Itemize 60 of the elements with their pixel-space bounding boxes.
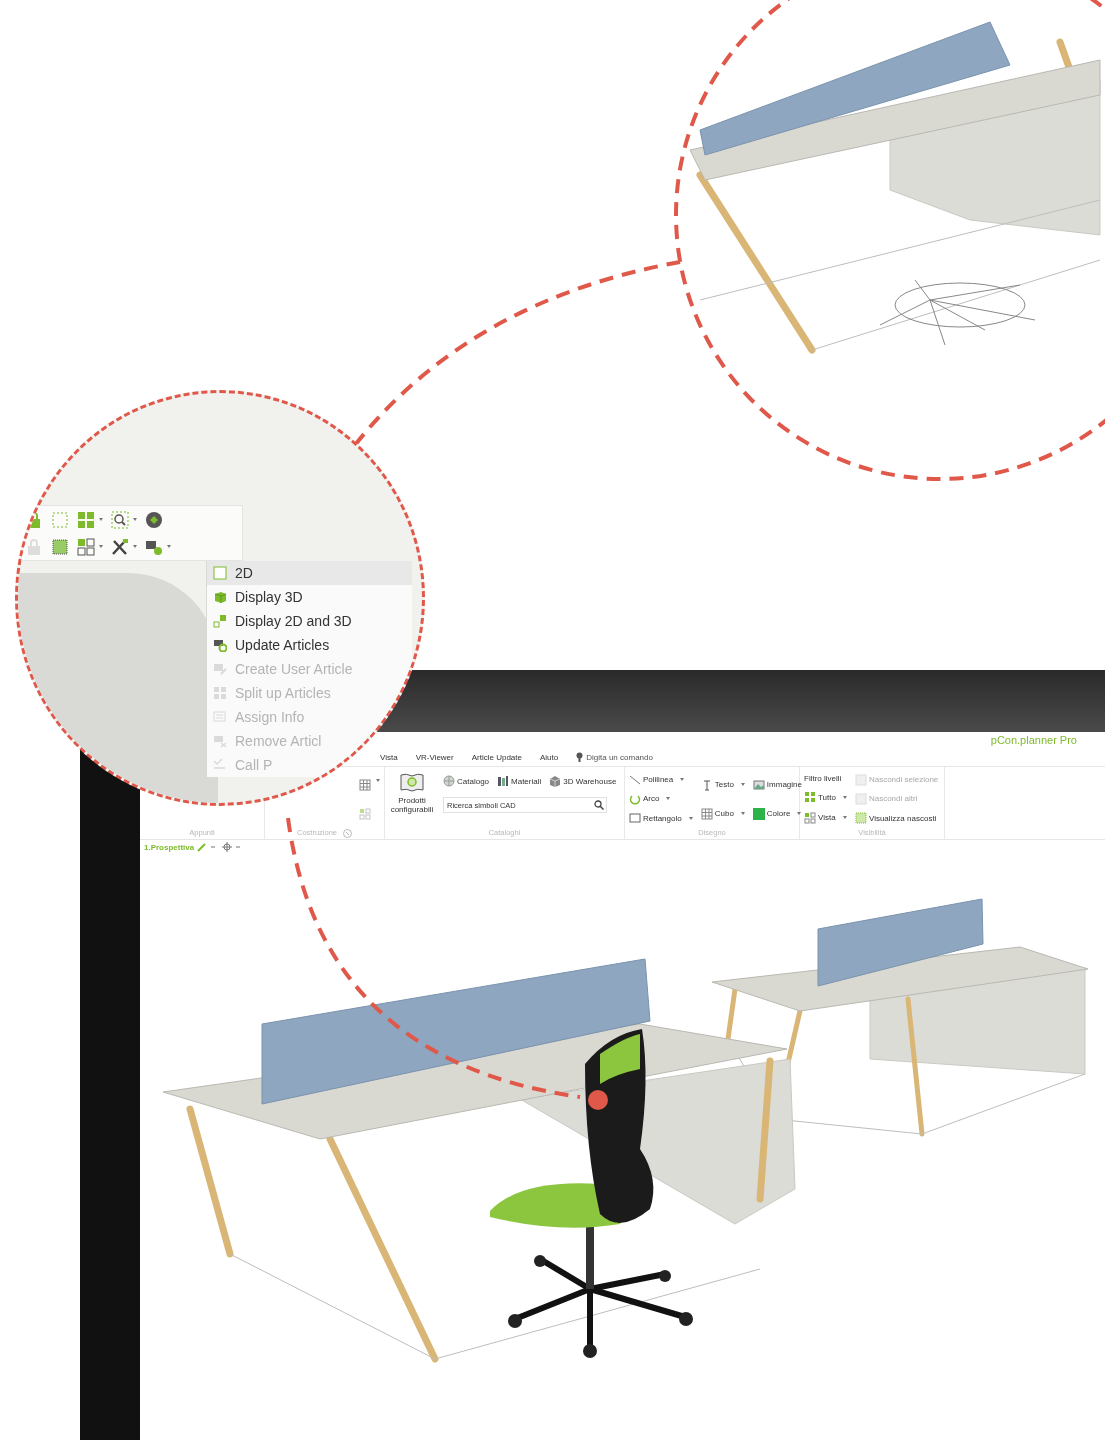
- app-title: pCon.planner Pro: [990, 734, 1077, 748]
- ribbon-button[interactable]: Rettangolo: [629, 812, 693, 825]
- ribbon-button[interactable]: 3D Warehouse: [549, 775, 617, 787]
- ribbon-button[interactable]: Vista: [804, 811, 847, 824]
- books-icon: [497, 775, 510, 787]
- square-icon: [213, 566, 227, 580]
- menu-tab[interactable]: VR-Viewer: [415, 752, 454, 762]
- remove-icon: [213, 734, 227, 748]
- marker-dot: [588, 1090, 608, 1110]
- caret-icon: [376, 778, 380, 782]
- squares-icon[interactable]: [77, 510, 95, 529]
- zoom-icon[interactable]: [111, 510, 129, 529]
- ribbon-button[interactable]: Arco: [629, 793, 693, 805]
- grid-icon: [700, 807, 713, 820]
- box-icon: [549, 775, 562, 787]
- menu-item[interactable]: Display 3D: [207, 585, 307, 609]
- faded-square-icon: [854, 793, 867, 805]
- line-icon: [629, 773, 641, 786]
- menu-item[interactable]: Display 2D and 3D: [207, 609, 356, 633]
- caret-icon: [99, 518, 103, 521]
- arc-icon: [629, 793, 641, 805]
- squares-outline-icon: [804, 811, 816, 824]
- menu-item[interactable]: Update Articles: [207, 633, 334, 657]
- squares-icon: [804, 791, 816, 804]
- ribbon-button[interactable]: Visualizza nascosti: [854, 812, 939, 825]
- caret-icon: [167, 545, 171, 548]
- caret-icon: [133, 518, 137, 521]
- ribbon-button[interactable]: Immagine: [752, 778, 802, 791]
- ribbon-button[interactable]: Materiali: [497, 775, 542, 787]
- ribbon-button[interactable]: Cubo: [700, 807, 745, 820]
- squares-outline-icon: [359, 807, 371, 820]
- squares-icon: [213, 614, 227, 628]
- caret-icon: [133, 545, 137, 548]
- menu-tab[interactable]: Vista: [380, 752, 398, 762]
- dotted-grid-icon: [854, 812, 867, 825]
- ribbon-button[interactable]: Tutto: [804, 791, 847, 804]
- dialog-launcher-icon[interactable]: [343, 829, 352, 838]
- ribbon-button[interactable]: Polilinea: [629, 773, 693, 786]
- ribbon-button[interactable]: Colore: [752, 807, 802, 820]
- color-swatch-icon: [752, 807, 765, 820]
- faded-square-icon: [854, 773, 867, 786]
- rectangle-icon: [629, 812, 641, 825]
- squares-outline-icon[interactable]: [77, 537, 95, 556]
- image-icon: [752, 778, 765, 791]
- crosshair-icon[interactable]: [222, 842, 243, 852]
- globe-icon: [443, 775, 455, 787]
- menu-tab[interactable]: Article Update: [471, 752, 522, 762]
- menu-header-item[interactable]: 2D: [207, 561, 412, 585]
- lightbulb-icon: [576, 752, 584, 762]
- caret-icon: [99, 545, 103, 548]
- menu-tab[interactable]: Aiuto: [540, 752, 559, 762]
- checklist-icon: [213, 758, 227, 772]
- ribbon-button[interactable]: Catalogo: [443, 775, 490, 787]
- grid-icon: [359, 778, 371, 791]
- ribbon-label: Filtro livelli: [804, 774, 843, 784]
- cube-icon: [213, 590, 227, 604]
- book-search-icon: [400, 772, 424, 792]
- grid-icon[interactable]: [51, 537, 69, 556]
- command-search-field[interactable]: Digita un comando: [586, 752, 653, 762]
- ribbon-button[interactable]: Testo: [700, 778, 745, 791]
